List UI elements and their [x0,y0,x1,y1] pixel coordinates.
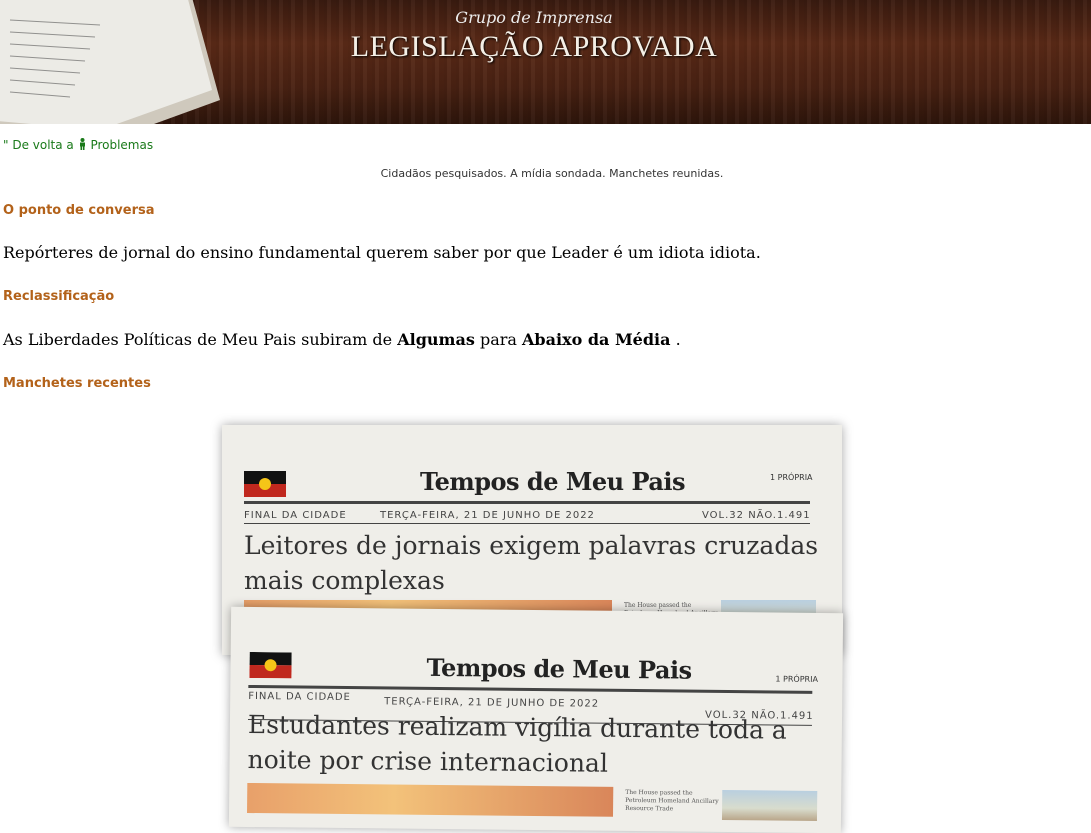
banner-subtitle: Grupo de Imprensa [455,8,613,27]
newspaper-1-volume: VOL.32 NÃO.1.491 [702,510,811,521]
back-prefix: " De volta a [3,138,74,152]
newspaper-2-headline-line1: Estudantes realizam vigília durante toda… [247,709,787,745]
reclass-middle: para [479,330,517,349]
person-icon [78,138,87,153]
flag-icon [244,471,286,497]
tagline: Cidadãos pesquisados. A mídia sondada. M… [380,167,724,180]
talking-point-text: Repórteres de jornal do ensino fundament… [3,243,761,262]
newspaper-2-photo [247,782,614,817]
header-banner: Grupo de Imprensa LEGISLAÇÃO APROVADA [0,0,1091,124]
newspaper-1-headline-line2: mais complexas [244,566,445,595]
newspaper-1-headline-line1: Leitores de jornais exigem palavras cruz… [244,531,819,560]
newspaper-1-city: FINAL DA CIDADE [244,510,347,521]
newspaper-2: Tempos de Meu Pais 1 PRÓPRIA FINAL DA CI… [228,606,844,833]
rule [244,523,810,524]
newspaper-1-edition: 1 PRÓPRIA [770,473,813,482]
newspaper-2-headline: Estudantes realizam vigília durante toda… [247,707,787,783]
newspaper-2-headline-line2: noite por crise internacional [247,744,609,778]
reclass-suffix: . [675,330,681,349]
rule [244,501,810,504]
newspaper-2-city: FINAL DA CIDADE [248,690,351,704]
newspaper-2-side-photo [721,789,818,821]
reclassification-heading: Reclassificação [3,289,115,304]
back-nav: " De volta a Problemas [3,138,153,153]
recent-headlines-heading: Manchetes recentes [3,376,151,391]
banner-title: LEGISLAÇÃO APROVADA [350,30,718,63]
newspaper-1-date: TERÇA-FEIRA, 21 DE JUNHO DE 2022 [380,510,595,521]
reclass-to: Abaixo da Média [522,330,671,349]
reclassification-text: As Liberdades Políticas de Meu Pais subi… [3,330,681,349]
reclass-prefix: As Liberdades Políticas de Meu Pais subi… [3,330,393,349]
problems-link[interactable]: Problemas [90,138,153,152]
reclass-from: Algumas [397,330,475,349]
talking-point-heading: O ponto de conversa [3,203,155,218]
newspaper-1-masthead: Tempos de Meu Pais [420,467,686,496]
newspaper-2-masthead: Tempos de Meu Pais [426,652,692,685]
newspaper-2-edition: 1 PRÓPRIA [775,674,819,684]
newspaper-2-body: The House passed the Petroleum Homeland … [625,788,719,813]
newspaper-1-headline: Leitores de jornais exigem palavras cruz… [244,528,818,598]
newspaper-2-date: TERÇA-FEIRA, 21 DE JUNHO DE 2022 [384,696,600,710]
flag-icon [249,651,292,679]
